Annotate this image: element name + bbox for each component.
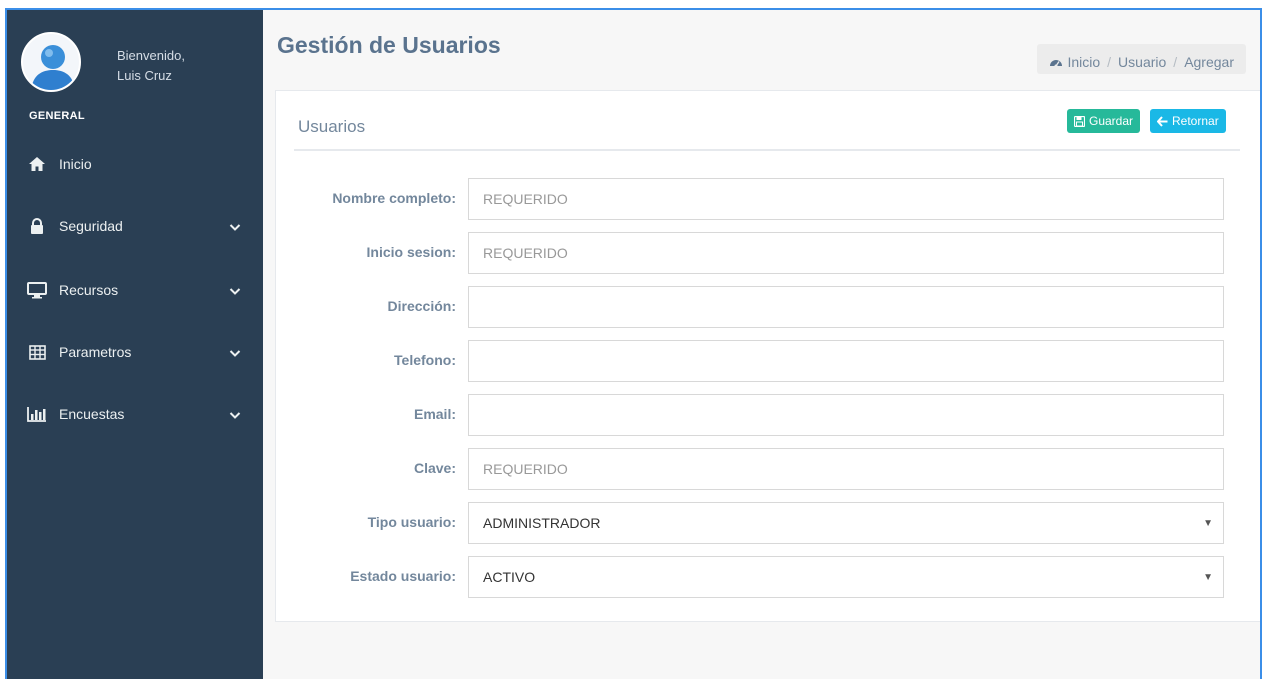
caret-down-icon: ▼ bbox=[1203, 518, 1213, 529]
return-button[interactable]: Retornar bbox=[1150, 109, 1226, 133]
return-label: Retornar bbox=[1172, 114, 1219, 128]
user-form-panel: Usuarios Guardar Retornar Nombre complet… bbox=[275, 90, 1260, 622]
lock-icon bbox=[25, 217, 49, 235]
breadcrumb: Inicio / Usuario / Agregar bbox=[1037, 44, 1246, 74]
main-content: Gestión de Usuarios Inicio / Usuario / A… bbox=[263, 10, 1260, 679]
user-name: Luis Cruz bbox=[117, 68, 172, 83]
bar-chart-icon bbox=[25, 405, 49, 423]
user-role: GENERAL bbox=[29, 110, 85, 122]
sidebar-item-label: Inicio bbox=[59, 156, 92, 172]
sidebar-item-label: Encuestas bbox=[59, 406, 125, 422]
chevron-down-icon bbox=[229, 345, 241, 361]
monitor-icon bbox=[25, 281, 49, 299]
tipo-usuario-select[interactable]: ADMINISTRADOR ▼ bbox=[468, 502, 1224, 544]
app-window: Bienvenido, Luis Cruz GENERAL Inicio Seg… bbox=[5, 8, 1262, 679]
form-row-inicio-sesion: Inicio sesion: bbox=[276, 232, 1260, 274]
table-icon bbox=[25, 343, 49, 361]
estado-usuario-label: Estado usuario: bbox=[350, 568, 456, 584]
sidebar-item-seguridad[interactable]: Seguridad bbox=[7, 206, 263, 246]
caret-down-icon: ▼ bbox=[1203, 572, 1213, 583]
divider bbox=[294, 149, 1240, 151]
panel-title: Usuarios bbox=[298, 117, 366, 136]
telefono-input[interactable] bbox=[468, 340, 1224, 382]
chevron-down-icon bbox=[229, 219, 241, 235]
sidebar-item-label: Parametros bbox=[59, 344, 132, 360]
sidebar-item-label: Recursos bbox=[59, 282, 119, 298]
form-row-telefono: Telefono: bbox=[276, 340, 1260, 382]
clave-input[interactable] bbox=[468, 448, 1224, 490]
chevron-down-icon bbox=[229, 407, 241, 423]
sidebar-item-parametros[interactable]: Parametros bbox=[7, 332, 263, 372]
nombre-input[interactable] bbox=[468, 178, 1224, 220]
sidebar-item-label: Seguridad bbox=[59, 218, 123, 234]
profile: Bienvenido, Luis Cruz GENERAL bbox=[7, 10, 263, 140]
save-label: Guardar bbox=[1089, 114, 1134, 128]
sidebar-item-inicio[interactable]: Inicio bbox=[7, 144, 263, 184]
tipo-usuario-value: ADMINISTRADOR bbox=[483, 515, 601, 531]
direccion-label: Dirección: bbox=[387, 298, 456, 314]
sidebar-item-recursos[interactable]: Recursos bbox=[7, 270, 263, 310]
avatar bbox=[21, 32, 81, 92]
breadcrumb-inicio[interactable]: Inicio bbox=[1067, 54, 1100, 70]
welcome-text: Bienvenido, bbox=[117, 48, 185, 63]
form-row-direccion: Dirección: bbox=[276, 286, 1260, 328]
sidebar: Bienvenido, Luis Cruz GENERAL Inicio Seg… bbox=[7, 10, 263, 679]
form-row-estado-usuario: Estado usuario: ACTIVO ▼ bbox=[276, 556, 1260, 598]
form-row-nombre: Nombre completo: bbox=[276, 178, 1260, 220]
tipo-usuario-label: Tipo usuario: bbox=[367, 514, 456, 530]
chevron-down-icon bbox=[229, 283, 241, 299]
breadcrumb-agregar: Agregar bbox=[1184, 54, 1234, 70]
nombre-label: Nombre completo: bbox=[332, 190, 456, 206]
breadcrumb-usuario[interactable]: Usuario bbox=[1118, 54, 1166, 70]
dashboard-icon bbox=[1049, 56, 1063, 68]
estado-usuario-value: ACTIVO bbox=[483, 569, 536, 585]
home-icon bbox=[25, 155, 49, 173]
email-input[interactable] bbox=[468, 394, 1224, 436]
clave-label: Clave: bbox=[413, 460, 456, 476]
inicio-sesion-label: Inicio sesion: bbox=[366, 244, 456, 260]
inicio-sesion-input[interactable] bbox=[468, 232, 1224, 274]
breadcrumb-separator: / bbox=[1107, 54, 1112, 70]
telefono-label: Telefono: bbox=[394, 352, 456, 368]
save-button[interactable]: Guardar bbox=[1067, 109, 1141, 133]
arrow-left-icon bbox=[1157, 115, 1168, 127]
form-row-email: Email: bbox=[276, 394, 1260, 436]
save-icon bbox=[1074, 115, 1085, 127]
form-row-clave: Clave: bbox=[276, 448, 1260, 490]
email-label: Email: bbox=[413, 406, 456, 422]
direccion-input[interactable] bbox=[468, 286, 1224, 328]
form-row-tipo-usuario: Tipo usuario: ADMINISTRADOR ▼ bbox=[276, 502, 1260, 544]
page-title: Gestión de Usuarios bbox=[277, 32, 501, 58]
estado-usuario-select[interactable]: ACTIVO ▼ bbox=[468, 556, 1224, 598]
sidebar-item-encuestas[interactable]: Encuestas bbox=[7, 394, 263, 434]
breadcrumb-separator: / bbox=[1173, 54, 1178, 70]
